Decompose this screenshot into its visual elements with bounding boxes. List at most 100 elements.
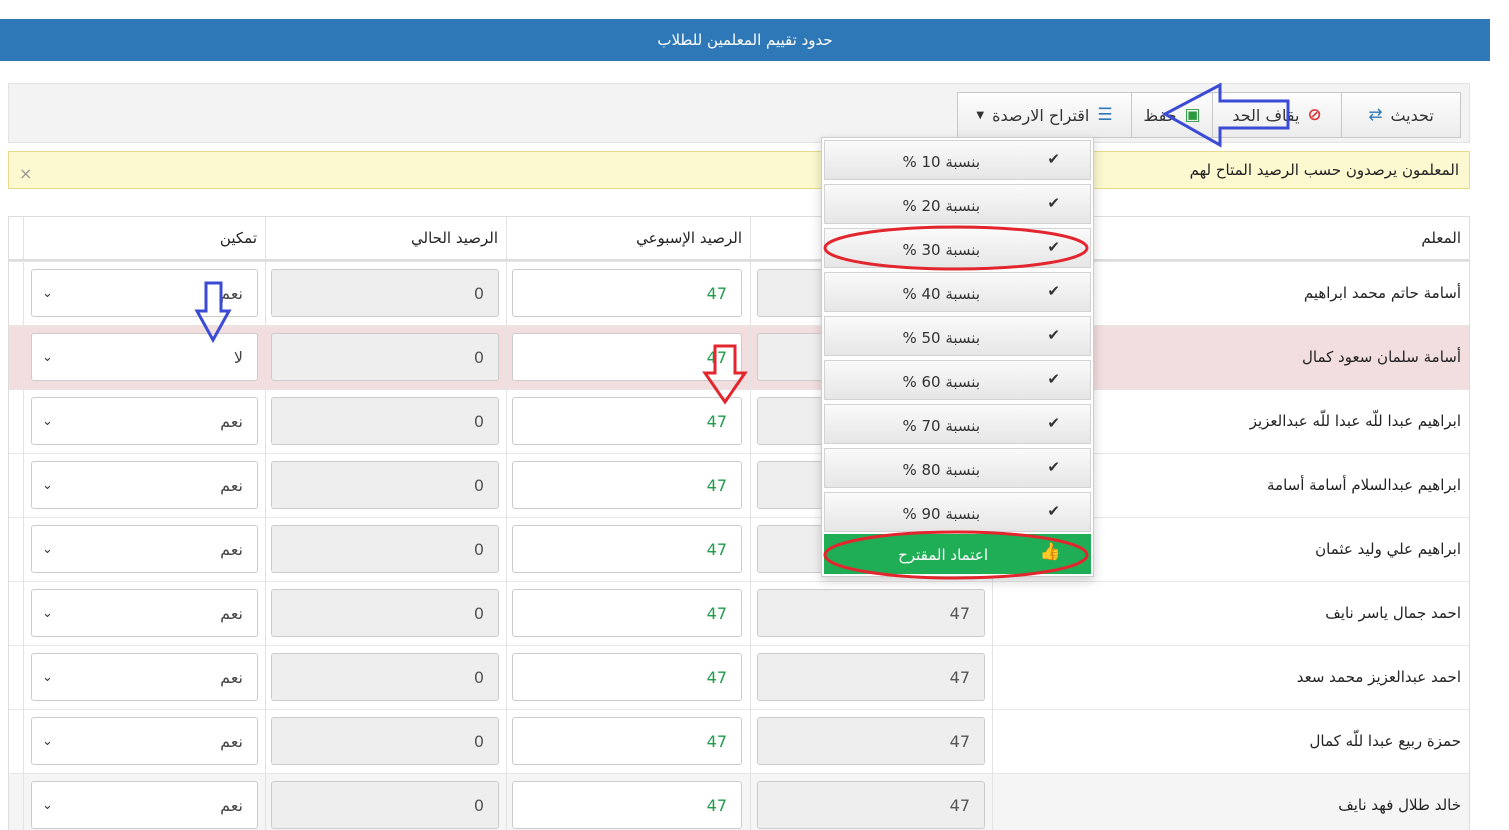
menu-item-percentage[interactable]: ✔ بنسبة 80 % bbox=[824, 448, 1091, 488]
save-button[interactable]: ▣ حفظ bbox=[1131, 92, 1213, 138]
chevron-down-icon: ⌄ bbox=[42, 477, 53, 493]
current-balance-field: 0 bbox=[271, 269, 499, 317]
weekly-balance-value: 47 bbox=[706, 347, 727, 367]
toolbar-button-group: تحديث ⇄ ⊘ يقاف الحد ▣ حفظ ☰ اقتراح الارص… bbox=[957, 92, 1461, 138]
table-row: احمد عبدالعزيز محمد سعد 47 47 0 ⌄ نعم bbox=[9, 645, 1469, 709]
column-divider bbox=[265, 582, 266, 645]
column-divider bbox=[506, 646, 507, 709]
weekly-balance-input[interactable]: 47 bbox=[512, 269, 742, 317]
current-balance-value: 0 bbox=[473, 731, 484, 751]
current-balance-value: 0 bbox=[473, 475, 484, 495]
column-divider bbox=[750, 774, 751, 830]
approve-suggestion-button[interactable]: 👍 اعتماد المقترح bbox=[824, 534, 1091, 574]
weekly-balance-input[interactable]: 47 bbox=[512, 781, 742, 829]
menu-item-percentage[interactable]: ✔ بنسبة 30 % bbox=[824, 228, 1091, 268]
column-divider bbox=[506, 582, 507, 645]
column-divider bbox=[23, 710, 24, 773]
menu-item-percentage[interactable]: ✔ بنسبة 60 % bbox=[824, 360, 1091, 400]
enable-select[interactable]: ⌄ نعم bbox=[31, 653, 258, 701]
weekly-balance-input[interactable]: 47 bbox=[512, 717, 742, 765]
menu-item-percentage[interactable]: ✔ بنسبة 90 % bbox=[824, 492, 1091, 532]
column-divider bbox=[265, 454, 266, 517]
balance-value: 47 bbox=[949, 795, 970, 815]
menu-item-percentage[interactable]: ✔ بنسبة 20 % bbox=[824, 184, 1091, 224]
menu-item-percentage[interactable]: ✔ بنسبة 10 % bbox=[824, 140, 1091, 180]
table-row: ابراهيم عبدالسلام أسامة أسامة 47 0 ⌄ نعم bbox=[9, 453, 1469, 517]
column-divider bbox=[750, 326, 751, 389]
enable-select[interactable]: ⌄ نعم bbox=[31, 717, 258, 765]
chevron-down-icon: ⌄ bbox=[42, 669, 53, 685]
menu-item-label: بنسبة 70 % bbox=[902, 417, 980, 435]
weekly-balance-input[interactable]: 47 bbox=[512, 653, 742, 701]
suggest-balances-dropdown-button[interactable]: ☰ اقتراح الارصدة ▼ bbox=[957, 92, 1132, 138]
enable-select[interactable]: ⌄ نعم bbox=[31, 589, 258, 637]
weekly-balance-input[interactable]: 47 bbox=[512, 461, 742, 509]
current-balance-value: 0 bbox=[473, 283, 484, 303]
column-divider bbox=[750, 646, 751, 709]
column-divider bbox=[23, 582, 24, 645]
enable-select[interactable]: ⌄ نعم bbox=[31, 781, 258, 829]
stop-limit-label: يقاف الحد bbox=[1232, 105, 1300, 125]
floppy-disk-icon: ▣ bbox=[1184, 104, 1201, 125]
enable-select[interactable]: ⌄ نعم bbox=[31, 461, 258, 509]
current-balance-field: 0 bbox=[271, 461, 499, 509]
refresh-button[interactable]: تحديث ⇄ bbox=[1341, 92, 1461, 138]
weekly-balance-value: 47 bbox=[706, 795, 727, 815]
table-row: ابراهيم عبدا للّه عبدا للّه عبدالعزيز 47 0… bbox=[9, 389, 1469, 453]
enable-select[interactable]: ⌄ نعم bbox=[31, 397, 258, 445]
enable-select[interactable]: ⌄ نعم bbox=[31, 269, 258, 317]
weekly-balance-value: 47 bbox=[706, 283, 727, 303]
column-divider bbox=[23, 454, 24, 517]
weekly-balance-input[interactable]: 47 bbox=[512, 397, 742, 445]
current-balance-value: 0 bbox=[473, 667, 484, 687]
menu-item-label: بنسبة 90 % bbox=[902, 505, 980, 523]
chevron-down-icon: ⌄ bbox=[42, 413, 53, 429]
balance-value: 47 bbox=[949, 731, 970, 751]
teacher-name: ابراهيم علي وليد عثمان bbox=[1315, 540, 1461, 558]
header-teacher: المعلم bbox=[1421, 229, 1461, 247]
enable-select[interactable]: ⌄ نعم bbox=[31, 525, 258, 573]
header-enable: تمكين bbox=[219, 229, 257, 247]
menu-item-percentage[interactable]: ✔ بنسبة 50 % bbox=[824, 316, 1091, 356]
chevron-down-icon: ⌄ bbox=[42, 797, 53, 813]
enable-select[interactable]: ⌄ لا bbox=[31, 333, 258, 381]
menu-item-percentage[interactable]: ✔ بنسبة 70 % bbox=[824, 404, 1091, 444]
weekly-balance-input[interactable]: 47 bbox=[512, 525, 742, 573]
menu-item-label: بنسبة 50 % bbox=[902, 329, 980, 347]
table-row: حمزة ربيع عبدا للّه كمال 47 47 0 ⌄ نعم bbox=[9, 709, 1469, 773]
weekly-balance-input[interactable]: 47 bbox=[512, 333, 742, 381]
table-row: خالد طلال فهد نايف 47 47 0 ⌄ نعم bbox=[9, 773, 1469, 830]
ban-icon: ⊘ bbox=[1307, 104, 1322, 125]
current-balance-field: 0 bbox=[271, 781, 499, 829]
info-alert: المعلمون يرصدون حسب الرصيد المتاح لهم × bbox=[8, 151, 1470, 189]
teacher-name: أسامة سلمان سعود كمال bbox=[1302, 348, 1461, 366]
column-divider bbox=[506, 710, 507, 773]
menu-item-percentage[interactable]: ✔ بنسبة 40 % bbox=[824, 272, 1091, 312]
menu-item-label: بنسبة 30 % bbox=[902, 241, 980, 259]
refresh-label: تحديث bbox=[1390, 105, 1434, 125]
save-label: حفظ bbox=[1143, 105, 1177, 125]
close-icon[interactable]: × bbox=[19, 164, 32, 183]
weekly-balance-input[interactable]: 47 bbox=[512, 589, 742, 637]
enable-select-value: نعم bbox=[220, 731, 243, 751]
table-row: احمد جمال ياسر نايف 47 47 0 ⌄ نعم bbox=[9, 581, 1469, 645]
teacher-name: خالد طلال فهد نايف bbox=[1338, 796, 1461, 814]
teacher-name: احمد جمال ياسر نايف bbox=[1325, 604, 1461, 622]
check-icon: ✔ bbox=[1047, 282, 1060, 300]
column-divider bbox=[506, 217, 507, 259]
weekly-balance-value: 47 bbox=[706, 539, 727, 559]
column-divider bbox=[23, 518, 24, 581]
check-icon: ✔ bbox=[1047, 238, 1060, 256]
menu-item-label: بنسبة 10 % bbox=[902, 153, 980, 171]
balance-field: 47 bbox=[757, 589, 985, 637]
current-balance-field: 0 bbox=[271, 397, 499, 445]
teacher-name: احمد عبدالعزيز محمد سعد bbox=[1296, 668, 1461, 686]
suggest-balances-menu: ✔ بنسبة 10 % ✔ بنسبة 20 % ✔ بنسبة 30 % ✔ بنسبة … bbox=[821, 137, 1094, 577]
stop-limit-button[interactable]: ⊘ يقاف الحد bbox=[1212, 92, 1342, 138]
check-icon: ✔ bbox=[1047, 150, 1060, 168]
teacher-name: ابراهيم عبدالسلام أسامة أسامة bbox=[1267, 476, 1461, 494]
enable-select-value: نعم bbox=[220, 411, 243, 431]
refresh-icon: ⇄ bbox=[1368, 104, 1383, 125]
enable-select-value: نعم bbox=[220, 539, 243, 559]
weekly-balance-value: 47 bbox=[706, 667, 727, 687]
